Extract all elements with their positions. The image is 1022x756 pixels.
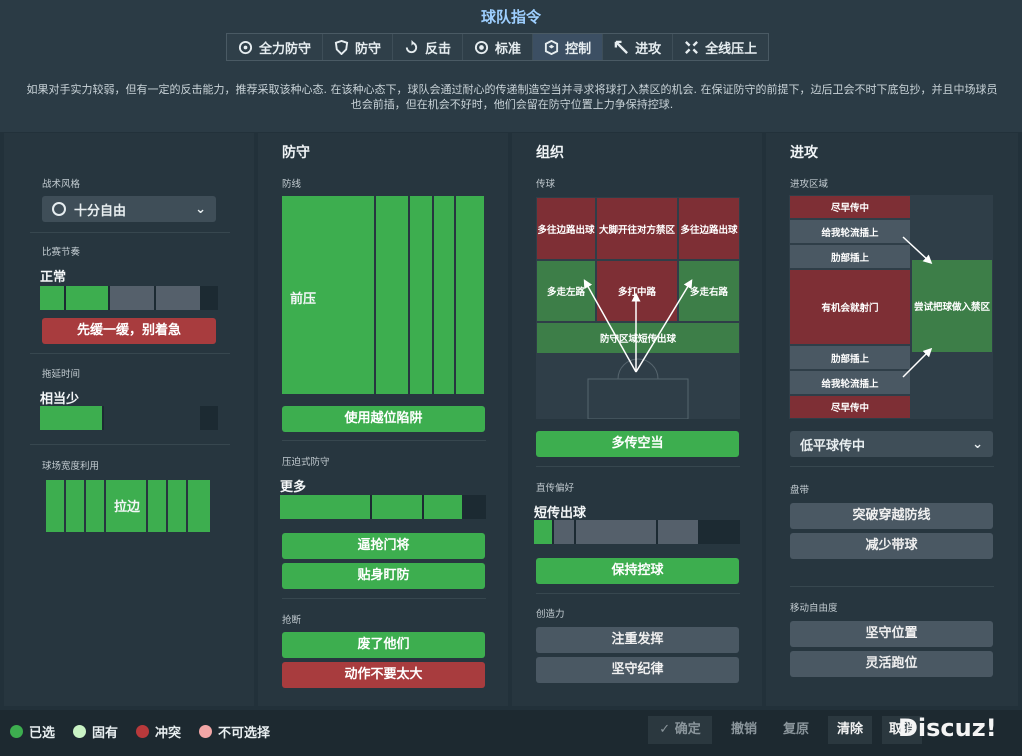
divider — [790, 586, 994, 587]
divider — [30, 232, 230, 233]
dribbling-label: 盘带 — [790, 485, 810, 496]
legend: 已选 固有 冲突 不可选择 — [10, 722, 270, 741]
stay-on-feet-button[interactable]: 动作不要太大 — [282, 662, 485, 688]
tight-marking-button[interactable]: 贴身盯防 — [282, 563, 485, 589]
tab-label: 全线压上 — [705, 41, 758, 57]
redo-button[interactable]: 复原 — [774, 716, 818, 744]
mentality-description: 如果对手实力较弱，但有一定的反击能力，推荐采取该种心态. 在该种心态下，球队会通… — [26, 83, 998, 111]
tab-label: 进攻 — [635, 41, 662, 57]
width-slider[interactable]: 拉边 — [42, 478, 218, 534]
legend-item: 不可选择 — [199, 722, 270, 741]
tab-label: 防守 — [355, 41, 382, 57]
pass-into-space-button[interactable]: 多传空当 — [536, 431, 739, 457]
tempo-button[interactable]: 先缓一缓，别着急 — [42, 318, 216, 344]
watermark: Discuz! — [898, 714, 997, 742]
width-value: 拉边 — [114, 500, 141, 515]
pressing-slider[interactable] — [280, 495, 486, 519]
dribble-less-button[interactable]: 减少带球 — [790, 533, 993, 559]
tab-label: 控制 — [565, 41, 592, 57]
passing-pitch: 多往边路出球 大脚开往对方禁区 多往边路出球 多走左路 多打中路 多走右路 防守… — [536, 197, 740, 419]
attack-arrows — [902, 236, 933, 378]
run-at-defence-button[interactable]: 突破穿越防线 — [790, 503, 993, 529]
directness-value: 短传出球 — [534, 506, 587, 521]
crossing-value: 低平球传中 — [800, 438, 866, 454]
retain-possession-button[interactable]: 保持控球 — [536, 558, 739, 584]
control-icon — [545, 39, 559, 55]
style-label: 战术风格 — [42, 179, 81, 190]
legend-item: 冲突 — [136, 722, 181, 741]
divider — [536, 593, 740, 594]
offside-trap-button[interactable]: 使用越位陷阱 — [282, 406, 485, 432]
defense-heading: 防守 — [282, 145, 310, 161]
all-out-icon — [685, 40, 699, 54]
tab-label: 反击 — [425, 41, 452, 57]
tab-label: 标准 — [495, 41, 522, 57]
crossing-dropdown[interactable]: 低平球传中 ⌄ — [790, 431, 993, 457]
time-wasting-slider[interactable] — [40, 406, 218, 430]
attack-zone-label: 进攻区域 — [790, 179, 829, 190]
style-value: 十分自由 — [74, 203, 127, 219]
legend-item: 固有 — [73, 722, 118, 741]
time-wasting-value: 相当少 — [40, 392, 80, 407]
tab-attack[interactable]: 进攻 — [603, 34, 674, 60]
attack-heading: 进攻 — [790, 145, 818, 161]
tab-standard[interactable]: 标准 — [463, 34, 534, 60]
attack-arrow-icon — [614, 40, 629, 54]
directness-label: 直传偏好 — [536, 483, 575, 494]
divider — [30, 353, 230, 354]
page-title: 球队指令 — [480, 8, 541, 26]
tempo-label: 比赛节奏 — [42, 247, 81, 258]
attack-pitch: 尽早传中 给我轮流插上 肋部插上 有机会就射门 尝试把球做入禁区 肋部插上 给我… — [789, 195, 993, 419]
tab-label: 全力防守 — [259, 41, 312, 57]
balance-icon — [474, 40, 489, 54]
tackle-harder-button[interactable]: 废了他们 — [282, 632, 485, 658]
divider — [536, 466, 740, 467]
be-disciplined-button[interactable]: 坚守纪律 — [536, 657, 739, 683]
roam-button[interactable]: 灵活跑位 — [790, 651, 993, 677]
freedom-label: 移动自由度 — [790, 603, 838, 614]
mentality-tabs: 全力防守 防守 反击 标准 控制 进攻 全线压上 — [226, 33, 770, 61]
legend-item: 已选 — [10, 722, 55, 741]
confirm-button[interactable]: ✓ 确定 — [648, 716, 712, 744]
time-wasting-label: 拖延时间 — [42, 369, 81, 380]
width-label: 球场宽度利用 — [42, 461, 100, 472]
tab-full-defense[interactable]: 全力防守 — [227, 34, 324, 60]
undo-button[interactable]: 撤销 — [722, 716, 766, 744]
passing-label: 传球 — [536, 179, 556, 190]
tempo-value: 正常 — [40, 270, 67, 285]
pass-arrows — [583, 279, 693, 373]
line-value: 前压 — [290, 292, 317, 307]
counter-icon — [405, 39, 418, 53]
clear-button[interactable]: 清除 — [828, 716, 872, 744]
press-keeper-button[interactable]: 逼抢门将 — [282, 533, 485, 559]
creativity-label: 创造力 — [536, 609, 565, 620]
chevron-down-icon: ⌄ — [195, 201, 206, 217]
tackling-label: 抢断 — [282, 615, 302, 626]
be-expressive-button[interactable]: 注重发挥 — [536, 627, 739, 653]
directness-slider[interactable] — [534, 520, 740, 544]
defensive-line-slider[interactable]: 前压 — [282, 196, 486, 394]
style-dropdown[interactable]: 十分自由 ⌄ — [42, 196, 216, 222]
build-heading: 组织 — [536, 145, 564, 161]
tab-all-out[interactable]: 全线压上 — [673, 34, 768, 60]
tab-defense[interactable]: 防守 — [323, 34, 394, 60]
check-icon: ✓ — [659, 722, 671, 737]
divider — [30, 444, 230, 445]
pressing-label: 压迫式防守 — [282, 457, 330, 468]
pressing-value: 更多 — [280, 480, 307, 495]
shield-star-icon — [238, 40, 253, 54]
divider — [282, 598, 486, 599]
chevron-down-icon: ⌄ — [972, 436, 983, 452]
shield-icon — [334, 39, 349, 55]
divider — [282, 440, 486, 441]
tab-control[interactable]: 控制 — [533, 34, 604, 60]
hold-position-button[interactable]: 坚守位置 — [790, 621, 993, 647]
line-label: 防线 — [282, 179, 302, 190]
tab-counter[interactable]: 反击 — [393, 34, 464, 60]
tempo-slider[interactable] — [40, 286, 218, 310]
divider — [790, 466, 994, 467]
crosshair-icon — [52, 202, 66, 216]
